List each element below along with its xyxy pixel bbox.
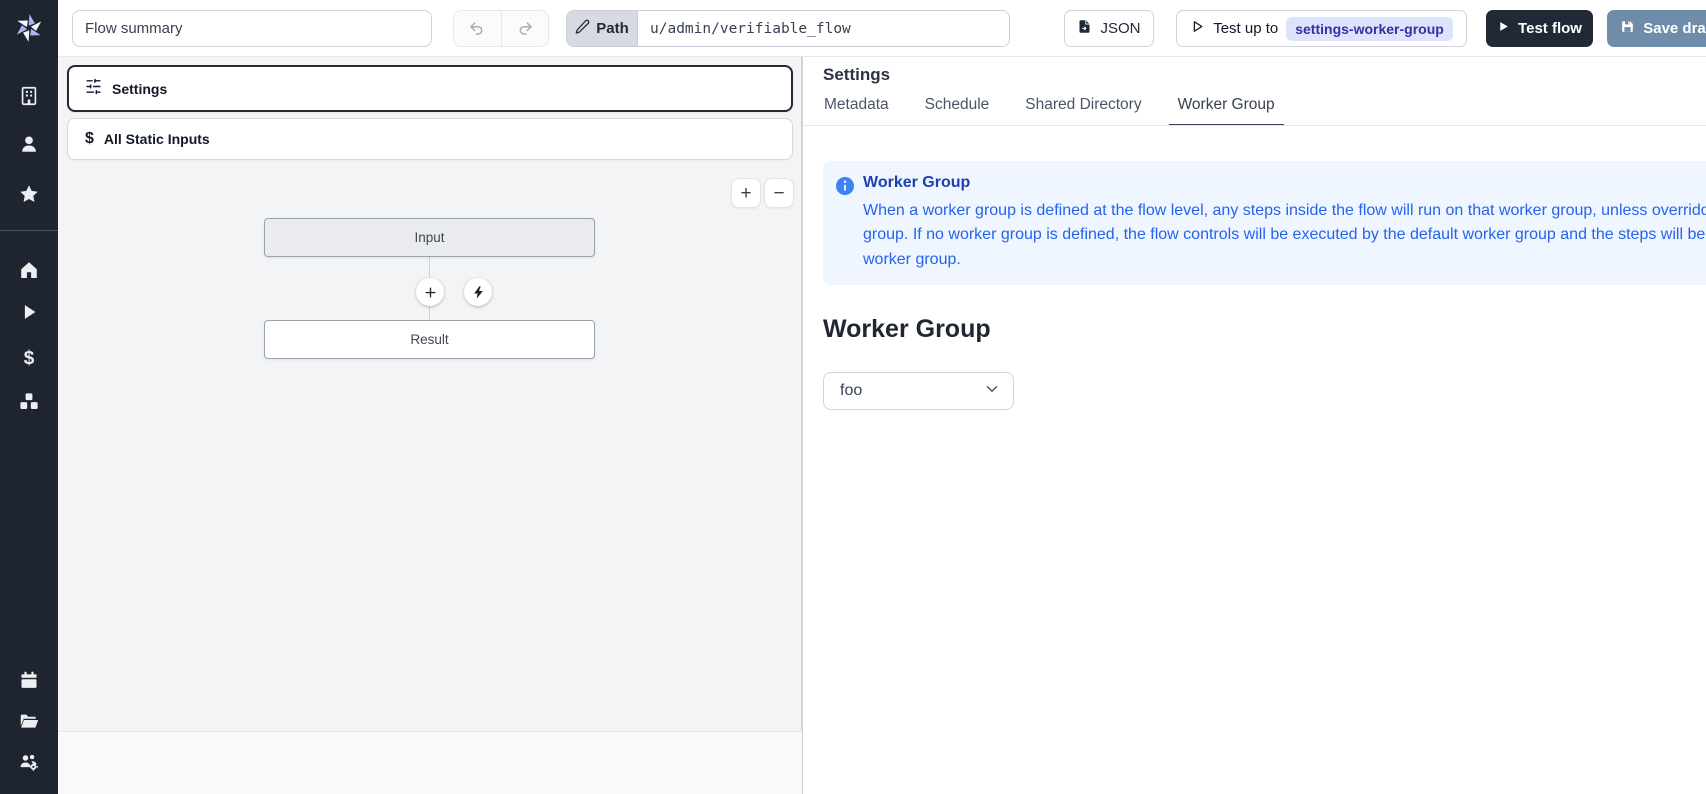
- tab-shared-directory[interactable]: Shared Directory: [1016, 90, 1150, 126]
- variables-dollar-icon[interactable]: $: [17, 346, 41, 370]
- file-json-icon: [1077, 19, 1092, 38]
- tab-metadata[interactable]: Metadata: [815, 90, 898, 126]
- test-up-to-label: Test up to: [1213, 20, 1278, 37]
- redo-button[interactable]: [501, 11, 549, 46]
- info-box-body: When a worker group is defined at the fl…: [863, 199, 1706, 272]
- add-step-button[interactable]: [416, 278, 444, 306]
- chevron-down-icon: [983, 380, 1001, 403]
- workspace-building-icon[interactable]: [17, 84, 41, 108]
- folders-icon[interactable]: [17, 709, 41, 733]
- zoom-in-button[interactable]: +: [731, 178, 761, 208]
- favorites-star-icon[interactable]: [17, 182, 41, 206]
- dollar-icon: $: [85, 130, 94, 148]
- path-group: Path u/admin/verifiable_flow: [566, 10, 1010, 47]
- app-root: $ Pa: [0, 0, 1706, 794]
- all-static-inputs-node[interactable]: $ All Static Inputs: [67, 118, 793, 160]
- save-floppy-icon: [1620, 19, 1635, 38]
- test-up-to-button[interactable]: Test up to settings-worker-group: [1176, 10, 1467, 47]
- flow-settings-label: Settings: [112, 81, 167, 97]
- settings-panel: Settings Metadata Schedule Shared Direct…: [802, 57, 1706, 794]
- home-icon[interactable]: [17, 258, 41, 282]
- result-node[interactable]: Result: [264, 320, 595, 359]
- user-icon[interactable]: [17, 132, 41, 156]
- trigger-bolt-button[interactable]: [464, 278, 492, 306]
- tab-worker-group[interactable]: Worker Group: [1169, 90, 1284, 126]
- test-flow-label: Test flow: [1518, 20, 1582, 37]
- worker-group-info-box: Worker Group When a worker group is defi…: [823, 161, 1706, 285]
- zoom-out-button[interactable]: −: [764, 178, 794, 208]
- worker-group-heading: Worker Group: [823, 315, 991, 344]
- test-up-to-target-badge: settings-worker-group: [1286, 17, 1453, 41]
- path-label: Path: [596, 20, 629, 37]
- path-value[interactable]: u/admin/verifiable_flow: [637, 11, 1009, 46]
- sliders-icon: [85, 78, 102, 100]
- history-group: [453, 10, 549, 47]
- test-flow-button[interactable]: Test flow: [1486, 10, 1593, 47]
- workers-group-icon[interactable]: [17, 750, 41, 774]
- topbar: Path u/admin/verifiable_flow JSON Test u…: [58, 0, 1706, 57]
- runs-play-icon[interactable]: [17, 300, 41, 324]
- flow-settings-node[interactable]: Settings: [67, 65, 793, 112]
- save-draft-label: Save draft: [1643, 20, 1706, 37]
- pencil-icon: [575, 19, 590, 38]
- tabs-bottom-border: [803, 125, 1706, 126]
- schedules-calendar-icon[interactable]: [17, 668, 41, 692]
- all-static-inputs-label: All Static Inputs: [104, 131, 210, 147]
- settings-panel-title: Settings: [823, 65, 890, 85]
- info-icon: [835, 176, 855, 196]
- canvas-bottom-strip: [58, 731, 802, 794]
- flow-editor-panel: Settings $ All Static Inputs + − Input R…: [58, 57, 802, 794]
- tab-schedule[interactable]: Schedule: [916, 90, 999, 126]
- worker-group-select-value: foo: [840, 382, 862, 400]
- save-draft-button[interactable]: Save draft: [1607, 10, 1706, 47]
- play-outline-icon: [1190, 19, 1205, 38]
- info-box-title: Worker Group: [863, 174, 1706, 192]
- json-label: JSON: [1100, 20, 1140, 37]
- undo-button[interactable]: [454, 11, 501, 46]
- input-node[interactable]: Input: [264, 218, 595, 257]
- flow-summary-input[interactable]: [72, 10, 432, 47]
- resources-boxes-icon[interactable]: [17, 390, 41, 414]
- settings-tabs: Metadata Schedule Shared Directory Worke…: [815, 90, 1284, 126]
- worker-group-select[interactable]: foo: [823, 372, 1014, 410]
- windmill-logo[interactable]: [14, 13, 44, 43]
- edit-path-button[interactable]: Path: [567, 11, 637, 46]
- json-button[interactable]: JSON: [1064, 10, 1154, 47]
- sidebar: $: [0, 0, 58, 794]
- play-filled-icon: [1497, 20, 1510, 37]
- sidebar-divider: [0, 230, 58, 231]
